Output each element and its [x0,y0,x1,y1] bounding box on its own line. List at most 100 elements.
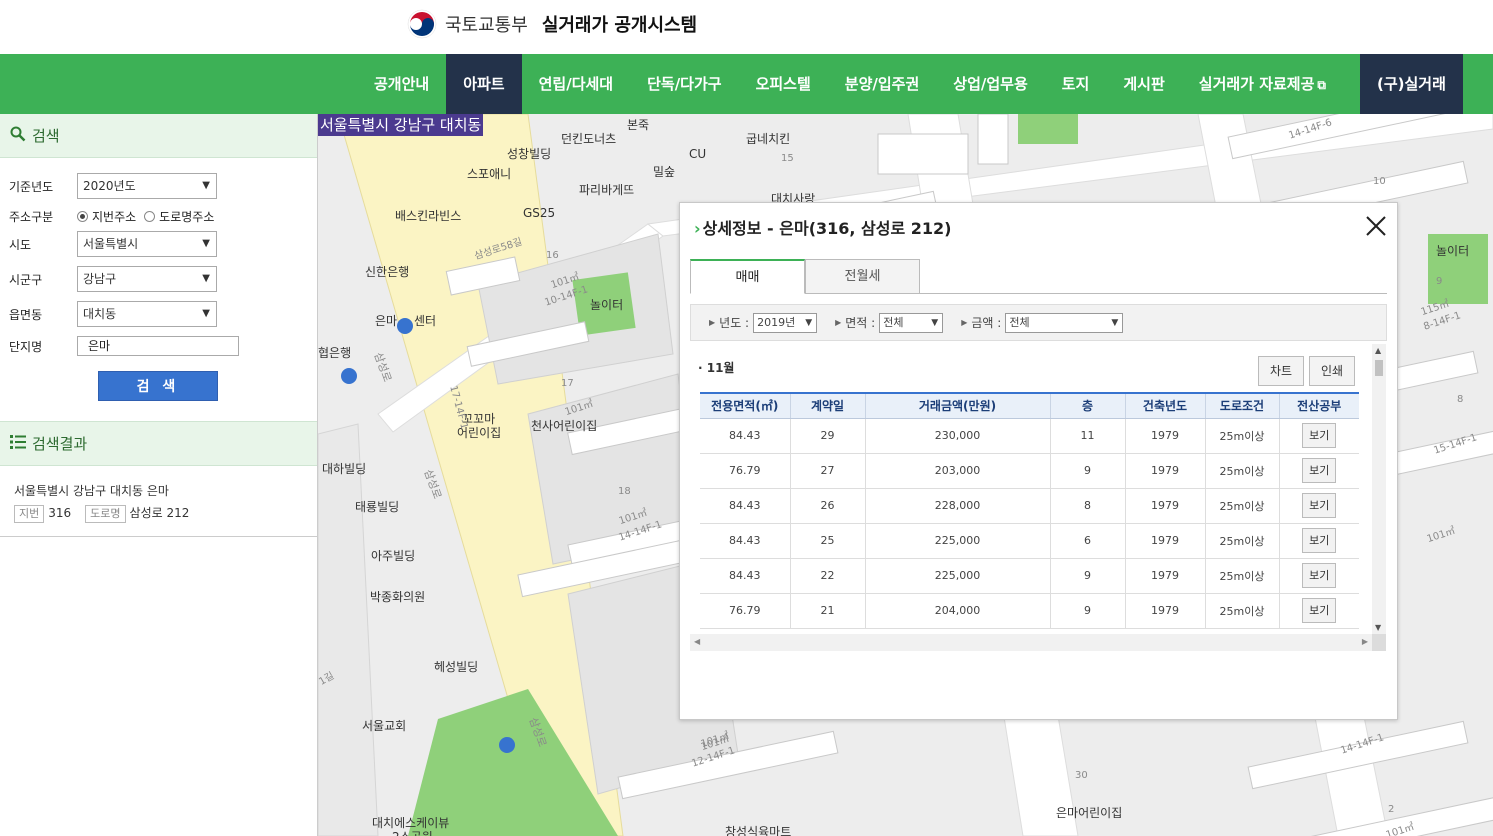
cell-public-record: 보기 [1279,523,1359,559]
nav-item-row-house[interactable]: 연립/다세대 [522,54,630,114]
cell-area: 84.43 [700,488,791,524]
nav-item-old-site[interactable]: (구)실거래 [1359,54,1463,114]
cell-build-year: 1979 [1125,453,1206,489]
nav-item-board[interactable]: 게시판 [1106,54,1181,114]
view-record-button[interactable]: 보기 [1302,423,1337,448]
cell-public-record: 보기 [1279,558,1359,594]
map-poi-label: 밀숲 [653,165,676,179]
view-record-button[interactable]: 보기 [1302,563,1337,588]
complex-name-input[interactable]: 은마 [77,336,239,356]
triangle-right-icon: ▶ [709,318,716,327]
cell-road-condition: 25m이상 [1205,453,1280,489]
modal-title: › 상세정보 - 은마(316, 삼성로 212) [694,215,952,239]
map-poi-label: 은마 [375,314,398,328]
nav-item-land[interactable]: 토지 [1045,54,1107,114]
table-header-row: 전용면적(㎡) 계약일 거래금액(만원) 층 건축년도 도로조건 전산공부 [700,394,1359,419]
cell-road-condition: 25m이상 [1205,523,1280,559]
dropdown-arrow-icon: ▼ [805,317,813,328]
vertical-scrollbar[interactable]: ▲ ▼ [1372,344,1386,634]
top-header: 국토교통부 실거래가 공개시스템 [0,0,1493,54]
area-filter-value: 전체 [883,315,904,329]
table-row: 84.43 25 225,000 6 1979 25m이상 보기 [700,523,1359,559]
transaction-table-wrap[interactable]: 전용면적(㎡) 계약일 거래금액(만원) 층 건축년도 도로조건 전산공부 84… [700,392,1359,634]
sigungu-select-value: 강남구 [83,272,117,286]
result-panel-header: 검색결과 [0,422,317,466]
nav-item-commercial[interactable]: 상업/업무용 [936,54,1044,114]
cell-floor: 9 [1050,558,1126,594]
address-type-row: 주소구분 지번주소 도로명주소 [9,208,222,225]
cell-price: 228,000 [865,488,1051,524]
modal-tabs: 매매 전월세 [690,259,920,294]
triangle-right-icon: ▶ [835,318,842,327]
filter-bar: ▶ 년도 : 2019년 ▼ ▶ 면적 : 전체 ▼ ▶ 금액 : 전체 ▼ [690,304,1387,341]
scroll-up-icon[interactable]: ▲ [1375,346,1381,355]
road-name-label: 18 [618,486,631,497]
map-poi-label: 파리바게뜨 [579,183,635,197]
road-value: 삼성로 212 [129,506,190,520]
search-button[interactable]: 검 색 [98,371,218,401]
result-panel-title: 검색결과 [32,435,88,453]
cell-public-record: 보기 [1279,453,1359,489]
tab-rent[interactable]: 전월세 [805,259,920,294]
scroll-thumb[interactable] [1375,360,1383,376]
complex-row: 단지명 은마 [9,336,239,356]
map-poi-label: 대하빌딩 [322,462,367,476]
close-icon[interactable] [1365,215,1387,237]
nav-item-presale[interactable]: 분양/입주권 [828,54,936,114]
nav-item-detached-house[interactable]: 단독/다가구 [630,54,738,114]
year-filter-select[interactable]: 2019년 ▼ [753,312,818,333]
month-heading: · 11월 [698,361,735,375]
map-poi-label: 창성식육마트 [725,825,792,836]
view-record-button[interactable]: 보기 [1302,528,1337,553]
tab-sale[interactable]: 매매 [690,259,805,294]
transaction-table: 전용면적(㎡) 계약일 거래금액(만원) 층 건축년도 도로조건 전산공부 84… [700,394,1359,629]
nav-item-apartment[interactable]: 아파트 [446,54,522,114]
year-filter: ▶ 년도 : 2019년 ▼ [709,312,818,333]
list-icon [10,434,26,454]
road-name-label: 9 [1436,276,1443,287]
sido-select[interactable]: 서울특별시 ▼ [77,231,217,257]
dong-select[interactable]: 대치동 ▼ [77,301,217,327]
cell-build-year: 1979 [1125,488,1206,524]
amount-filter-select[interactable]: 전체 ▼ [1005,312,1124,333]
result-panel-header-wrap: 검색결과 [0,421,317,466]
scroll-down-icon[interactable]: ▼ [1375,623,1381,632]
view-record-button[interactable]: 보기 [1302,458,1337,483]
radio-road-address[interactable]: 도로명주소 [144,208,214,225]
nav-item-disclosure-guide[interactable]: 공개안내 [357,54,446,114]
map-poi-label: 아주빌딩 [371,549,416,563]
print-button[interactable]: 인쇄 [1309,356,1355,386]
road-name-label: 30 [1075,770,1088,781]
nav-item-data-provision[interactable]: 실거래가 자료제공 ⧉ [1182,54,1343,114]
view-record-button[interactable]: 보기 [1302,598,1337,623]
detail-modal: › 상세정보 - 은마(316, 삼성로 212) 매매 전월세 ▶ 년도 : 2… [679,202,1398,720]
cell-contract-day: 22 [790,558,866,594]
col-public-record: 전산공부 [1279,394,1359,419]
year-select[interactable]: 2020년도 ▼ [77,173,217,199]
cell-floor: 6 [1050,523,1126,559]
site-logo[interactable]: 국토교통부 실거래가 공개시스템 [407,9,697,39]
sigungu-label: 시군구 [9,272,43,287]
map-poi-label: 헤성빌딩 [434,660,479,674]
map-poi-label: 2소공원 [392,828,433,836]
table-row: 76.79 27 203,000 9 1979 25m이상 보기 [700,453,1359,489]
chart-button[interactable]: 차트 [1258,356,1304,386]
cell-public-record: 보기 [1279,488,1359,524]
area-filter-select[interactable]: 전체 ▼ [879,312,944,333]
horizontal-scrollbar[interactable]: ◀ ▶ [690,634,1372,651]
nav-item-officetel[interactable]: 오피스텔 [739,54,828,114]
year-label: 기준년도 [9,179,54,194]
table-row: 84.43 26 228,000 8 1979 25m이상 보기 [700,488,1359,524]
cell-road-condition: 25m이상 [1205,488,1280,524]
dong-row: 읍면동 대치동 ▼ [9,301,217,327]
view-record-button[interactable]: 보기 [1302,493,1337,518]
scroll-left-icon[interactable]: ◀ [694,637,700,646]
sigungu-select[interactable]: 강남구 ▼ [77,266,217,292]
radio-lot-address[interactable]: 지번주소 [77,208,136,225]
data-provision-label: 실거래가 자료제공 [1198,75,1315,93]
result-list-item[interactable]: 서울특별시 강남구 대치동 은마 지번 316 도로명 삼성로 212 [14,480,189,524]
year-filter-label: 년도 : [719,316,750,330]
scroll-right-icon[interactable]: ▶ [1362,637,1368,646]
radio-dot-icon [77,211,88,222]
col-contract-day: 계약일 [790,394,866,419]
